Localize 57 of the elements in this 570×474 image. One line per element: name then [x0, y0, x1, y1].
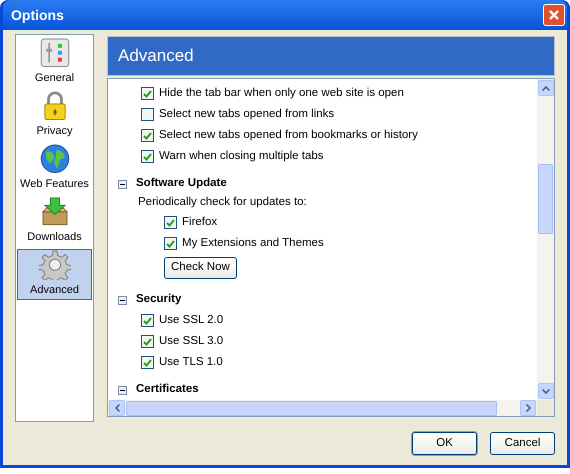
scroll-down-button[interactable] — [538, 383, 554, 399]
checkbox[interactable] — [141, 150, 154, 163]
horizontal-scrollbar[interactable] — [108, 400, 537, 416]
checkbox-option[interactable]: Firefox — [164, 212, 218, 233]
check-icon — [143, 152, 152, 160]
check-icon — [143, 132, 152, 140]
dialog-button[interactable]: OK — [412, 432, 477, 455]
check-icon — [143, 90, 152, 98]
checkbox-option[interactable]: Use SSL 3.0 — [141, 331, 224, 352]
check-icon — [143, 358, 152, 366]
scroll-thumb[interactable] — [538, 164, 553, 234]
check-icon — [143, 316, 152, 324]
control-panel-icon — [40, 38, 70, 68]
scroll-right-button[interactable] — [520, 400, 536, 416]
vertical-scrollbar[interactable] — [537, 79, 554, 400]
sidebar-item[interactable]: Privacy — [17, 90, 92, 141]
checkbox-option[interactable]: My Extensions and Themes — [164, 233, 324, 254]
section-heading: Software Update — [136, 176, 227, 192]
sidebar-item[interactable]: Web Features — [17, 143, 92, 194]
section-heading: Certificates — [136, 382, 199, 398]
checkbox[interactable] — [141, 108, 154, 121]
scrollbar-corner — [537, 400, 554, 416]
panel-header: Advanced — [107, 36, 555, 76]
scroll-thumb[interactable] — [126, 400, 497, 416]
gear-icon — [38, 250, 70, 280]
checkbox-option[interactable]: Select new tabs opened from links — [141, 104, 334, 125]
checkbox-option[interactable]: Use TLS 1.0 — [141, 352, 223, 373]
scroll-left-button[interactable] — [109, 400, 125, 416]
close-button[interactable] — [543, 4, 565, 26]
option-caption: Periodically check for updates to: — [138, 195, 307, 210]
checkbox[interactable] — [141, 335, 154, 348]
checkbox[interactable] — [164, 216, 177, 229]
globe-icon — [40, 144, 70, 174]
check-now-button[interactable]: Check Now — [164, 257, 237, 279]
sidebar-item[interactable]: Downloads — [17, 196, 92, 247]
checkbox-option[interactable]: Use SSL 2.0 — [141, 310, 224, 331]
check-icon — [166, 218, 175, 226]
checkbox[interactable] — [164, 237, 177, 250]
scroll-up-button[interactable] — [538, 80, 554, 96]
check-icon — [166, 240, 175, 248]
checkbox-option[interactable]: Hide the tab bar when only one web site is open — [141, 83, 404, 104]
window-title: Options — [11, 6, 64, 25]
sidebar-item[interactable]: Advanced — [17, 249, 92, 300]
collapse-toggle[interactable] — [118, 180, 127, 188]
checkbox-option[interactable]: Warn when closing multiple tabs — [141, 146, 324, 167]
collapse-toggle[interactable] — [118, 296, 127, 304]
checkbox[interactable] — [141, 87, 154, 100]
checkbox-option[interactable]: Select new tabs opened from bookmarks or history — [141, 125, 418, 146]
checkbox[interactable] — [141, 356, 154, 369]
check-icon — [143, 338, 152, 346]
sidebar-item[interactable]: General — [17, 37, 92, 88]
section-heading: Security — [136, 292, 182, 308]
collapse-toggle[interactable] — [118, 386, 127, 394]
checkbox[interactable] — [141, 129, 154, 142]
close-icon — [548, 9, 560, 21]
checkbox[interactable] — [141, 314, 154, 327]
dialog-button[interactable]: Cancel — [490, 432, 555, 455]
